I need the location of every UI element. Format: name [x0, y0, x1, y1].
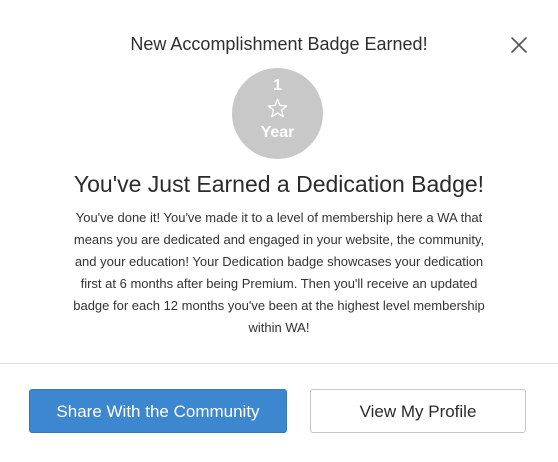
description-line: first at 6 months after being Premium. T… — [80, 276, 478, 291]
badge-label: Year — [260, 124, 295, 141]
modal-title: New Accomplishment Badge Earned! — [130, 34, 428, 54]
close-icon — [511, 37, 527, 53]
footer-divider — [0, 363, 558, 364]
close-button[interactable] — [507, 33, 531, 57]
description-line: means you are dedicated and engaged in y… — [73, 232, 485, 247]
badge-earned-modal: New Accomplishment Badge Earned! 1 Year … — [0, 0, 558, 462]
star-icon — [267, 98, 288, 118]
badge-description: You've done it! You've made it to a leve… — [48, 207, 510, 339]
badge-headline: You've Just Earned a Dedication Badge! — [73, 171, 485, 197]
description-line: and your education! Your Dedication badg… — [74, 254, 484, 269]
view-my-profile-button[interactable]: View My Profile — [310, 389, 526, 433]
description-line: badge for each 12 months you've been at … — [73, 298, 485, 313]
badge-number: 1 — [273, 77, 282, 94]
description-line: within WA! — [248, 320, 310, 335]
dedication-badge: 1 Year — [232, 68, 323, 159]
share-with-community-button[interactable]: Share With the Community — [29, 389, 287, 433]
description-line: You've done it! You've made it to a leve… — [75, 210, 483, 225]
